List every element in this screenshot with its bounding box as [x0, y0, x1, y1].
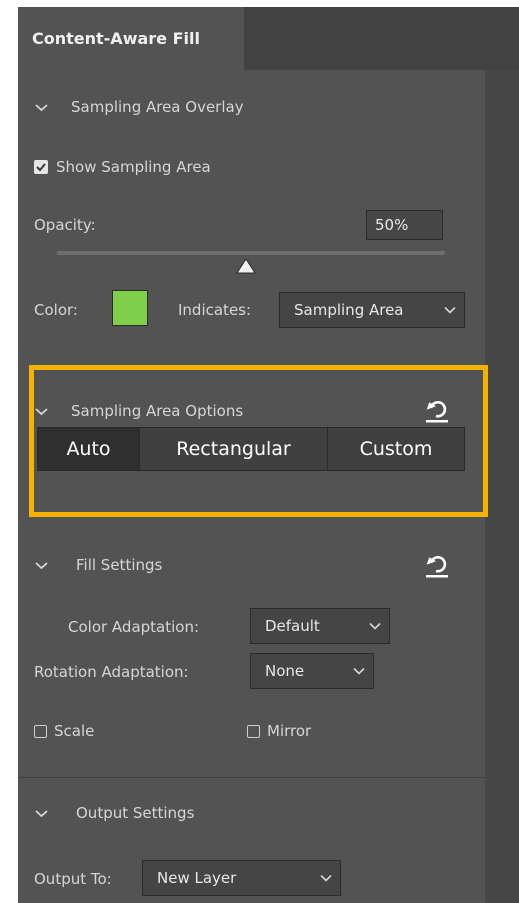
opacity-value: 50%	[375, 216, 409, 234]
color-adaptation-label: Color Adaptation:	[68, 618, 200, 636]
output-to-dropdown[interactable]: New Layer	[142, 860, 341, 896]
rotation-adaptation-label: Rotation Adaptation:	[34, 663, 189, 681]
mirror-label: Mirror	[267, 722, 312, 740]
show-sampling-area-label: Show Sampling Area	[56, 158, 211, 176]
chevron-down-icon	[444, 306, 456, 314]
chevron-down-icon	[369, 622, 381, 630]
opacity-slider-thumb[interactable]	[236, 258, 256, 274]
indicates-value: Sampling Area	[294, 301, 404, 319]
color-adaptation-value: Default	[265, 617, 320, 635]
section-title-output-settings: Output Settings	[76, 804, 195, 822]
rotation-adaptation-dropdown[interactable]: None	[250, 653, 374, 689]
chevron-down-icon[interactable]	[34, 555, 49, 575]
color-swatch[interactable]	[112, 290, 148, 326]
output-to-label: Output To:	[34, 870, 112, 888]
highlight-box	[29, 365, 488, 517]
reset-icon[interactable]	[424, 552, 450, 578]
content-aware-fill-panel: Content-Aware Fill Sampling Area Overlay…	[18, 7, 519, 903]
chevron-down-icon[interactable]	[34, 803, 49, 823]
indicates-dropdown[interactable]: Sampling Area	[279, 292, 465, 328]
checkbox-empty-icon[interactable]	[247, 725, 260, 738]
opacity-input[interactable]: 50%	[366, 210, 443, 240]
panel-tab-bar: Content-Aware Fill	[18, 7, 519, 70]
section-title-fill-settings: Fill Settings	[76, 556, 163, 574]
chevron-down-icon	[320, 874, 332, 882]
output-to-value: New Layer	[157, 869, 237, 887]
section-title-sampling-overlay: Sampling Area Overlay	[71, 98, 244, 116]
opacity-slider-track[interactable]	[57, 251, 445, 255]
opacity-label: Opacity:	[34, 216, 96, 234]
checkbox-checked-icon[interactable]	[34, 160, 48, 174]
color-adaptation-dropdown[interactable]: Default	[250, 608, 390, 644]
section-divider	[18, 777, 485, 778]
indicates-label: Indicates:	[178, 301, 252, 319]
rotation-adaptation-value: None	[265, 662, 305, 680]
chevron-down-icon	[353, 667, 365, 675]
panel-scrollbar[interactable]	[485, 70, 519, 903]
checkbox-empty-icon[interactable]	[34, 725, 47, 738]
color-label: Color:	[34, 301, 78, 319]
scale-label: Scale	[54, 722, 95, 740]
chevron-down-icon[interactable]	[34, 97, 49, 117]
tab-content-aware-fill[interactable]: Content-Aware Fill	[18, 7, 244, 70]
